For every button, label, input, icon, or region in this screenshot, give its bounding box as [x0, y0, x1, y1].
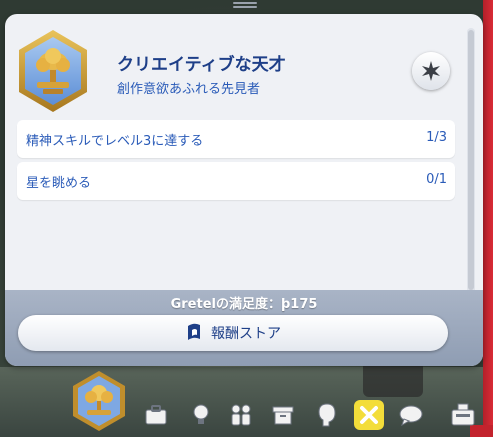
aspiration-subtitle: 創作意欲あふれる先見者	[117, 82, 261, 97]
scroll-thumb[interactable]	[468, 30, 474, 290]
cash-register-icon[interactable]	[448, 400, 478, 430]
drag-handle-icon[interactable]	[233, 0, 257, 10]
relationships-icon[interactable]	[226, 400, 256, 430]
task-label: 星を眺める	[26, 176, 92, 191]
satisfaction-points: Gretelの満足度：ϸ175	[170, 297, 318, 312]
career-icon[interactable]	[141, 400, 171, 430]
inventory-icon[interactable]	[268, 400, 298, 430]
task-row[interactable]: 星を眺める 0/1	[17, 162, 455, 200]
rabbit-hole-icon[interactable]	[354, 400, 384, 430]
aspiration-content: クリエイティブな天才 創作意欲あふれる先見者 精神スキルでレベル3に達する 1/…	[5, 14, 463, 292]
task-progress: 1/3	[426, 130, 447, 145]
sparkle-icon	[422, 61, 440, 81]
scrollbar[interactable]	[467, 28, 475, 296]
window-edge	[483, 0, 493, 437]
aspiration-icon[interactable]	[70, 369, 128, 433]
star-button[interactable]	[412, 52, 450, 90]
reward-store-button[interactable]: 報酬ストア	[18, 315, 448, 351]
task-progress: 0/1	[426, 172, 447, 187]
task-row[interactable]: 精神スキルでレベル3に達する 1/3	[17, 120, 455, 158]
aspiration-panel: クリエイティブな天才 創作意欲あふれる先見者 精神スキルでレベル3に達する 1/…	[5, 14, 483, 366]
reward-store-label: 報酬ストア	[211, 326, 281, 342]
chat-icon[interactable]	[396, 400, 426, 430]
reward-store-icon	[188, 323, 200, 340]
aspiration-badge-icon[interactable]	[15, 28, 91, 114]
panel-footer: Gretelの満足度：ϸ175 報酬ストア	[5, 290, 483, 366]
aspiration-title: クリエイティブな天才	[117, 55, 286, 75]
simology-icon[interactable]	[312, 400, 342, 430]
skills-icon[interactable]	[186, 400, 216, 430]
task-label: 精神スキルでレベル3に達する	[26, 134, 204, 149]
